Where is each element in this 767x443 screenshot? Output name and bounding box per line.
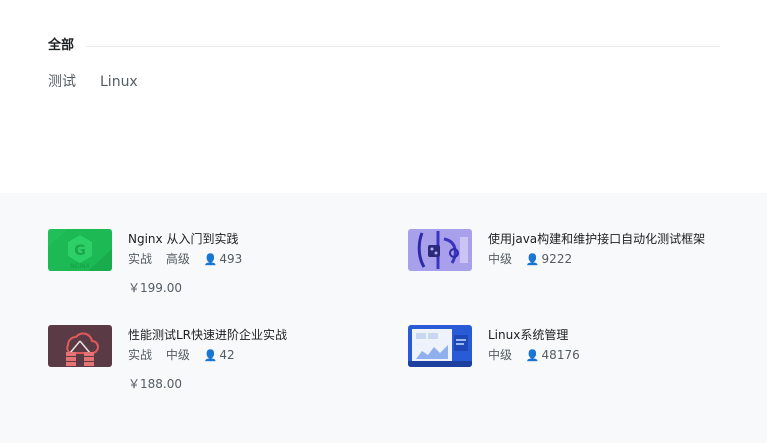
course-meta: 实战 高级 👤 493: [128, 251, 252, 268]
course-list: G NGINX Nginx 从入门到实践 实战 高级 👤493 ￥199.00: [0, 193, 767, 443]
course-type: 实战: [128, 252, 153, 266]
course-meta: 中级 👤 48176: [488, 347, 590, 364]
person-icon: 👤: [203, 253, 218, 266]
learner-count: 9222: [541, 252, 573, 266]
course-title[interactable]: Linux系统管理: [488, 327, 568, 343]
course-type: 实战: [128, 348, 153, 362]
tag-testing[interactable]: 测试: [48, 73, 76, 91]
svg-text:G: G: [74, 243, 86, 259]
section-title: 全部: [48, 38, 75, 53]
course-title[interactable]: 使用java构建和维护接口自动化测试框架: [488, 231, 705, 247]
cloud-server-thumbnail[interactable]: [48, 325, 112, 367]
nginx-logo-thumbnail[interactable]: G NGINX: [48, 229, 112, 271]
person-icon: 👤: [525, 349, 540, 362]
course-level: 中级: [488, 252, 513, 266]
course-card-nginx[interactable]: G NGINX Nginx 从入门到实践 实战 高级 👤 493 ￥199.00: [48, 229, 378, 309]
course-card-java-test[interactable]: 使用java构建和维护接口自动化测试框架 中级 👤 9222: [408, 229, 738, 309]
learner-count: 42: [219, 348, 235, 362]
course-price: ￥199.00: [128, 281, 182, 295]
learner-count: 48176: [541, 348, 580, 362]
course-meta: 中级 👤 9222: [488, 251, 582, 268]
learner-count: 493: [219, 252, 243, 266]
svg-text:NGINX: NGINX: [70, 263, 90, 270]
course-title[interactable]: 性能测试LR快速进阶企业实战: [128, 327, 287, 343]
tag-linux[interactable]: Linux: [100, 73, 138, 91]
course-level: 中级: [488, 348, 513, 362]
linux-dashboard-thumbnail[interactable]: [408, 325, 472, 367]
course-title[interactable]: Nginx 从入门到实践: [128, 231, 238, 247]
course-card-linux-admin[interactable]: Linux系统管理 中级 👤 48176: [408, 325, 738, 405]
course-level: 高级: [165, 252, 190, 266]
course-meta: 实战 中级 👤 42: [128, 347, 245, 364]
person-icon: 👤: [525, 253, 540, 266]
section-header: 全部: [48, 38, 720, 54]
section-divider: [86, 46, 720, 47]
course-price: ￥188.00: [128, 377, 182, 391]
course-level: 中级: [165, 348, 190, 362]
person-icon: 👤: [203, 349, 218, 362]
java-test-framework-thumbnail[interactable]: [408, 229, 472, 271]
category-section: 全部 测试 Linux: [0, 0, 767, 193]
course-card-performance-test[interactable]: 性能测试LR快速进阶企业实战 实战 中级 👤 42 ￥188.00: [48, 325, 378, 405]
